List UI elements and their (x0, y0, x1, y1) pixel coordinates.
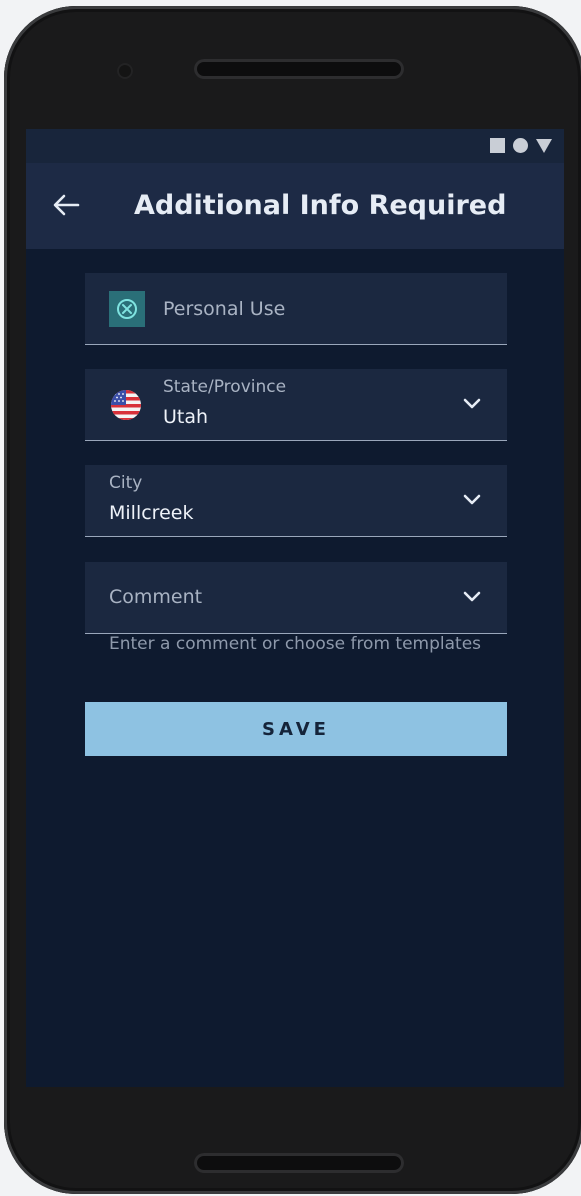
status-icons (490, 138, 552, 153)
triangle-icon (536, 138, 552, 153)
comment-field[interactable]: Comment (85, 562, 507, 634)
bottom-speaker (194, 1153, 404, 1173)
save-button[interactable]: SAVE (85, 702, 507, 756)
usage-icon-box (109, 291, 145, 327)
chevron-down-icon (463, 398, 481, 409)
circle-icon (513, 138, 528, 153)
state-value: Utah (163, 406, 209, 428)
chevron-down-icon (463, 494, 481, 505)
comment-placeholder: Comment (109, 586, 203, 608)
arrow-left-icon (53, 194, 80, 216)
square-icon (490, 138, 505, 153)
comment-helper-text: Enter a comment or choose from templates (109, 634, 482, 654)
city-select[interactable]: City Millcreek (85, 465, 507, 537)
usage-type-field[interactable]: Personal Use (85, 273, 507, 345)
app-bar: Additional Info Required (26, 163, 564, 249)
us-flag-icon (111, 390, 141, 420)
usage-label: Personal Use (163, 298, 286, 320)
status-bar (26, 129, 564, 163)
device-screen: Additional Info Required Personal Use St… (26, 129, 564, 1087)
city-value: Millcreek (109, 502, 194, 524)
state-select[interactable]: State/Province Utah (85, 369, 507, 441)
back-button[interactable] (50, 187, 82, 223)
chevron-down-icon[interactable] (461, 590, 483, 604)
cancel-circle-icon (117, 299, 137, 319)
city-label: City (109, 473, 143, 493)
earpiece-speaker (194, 59, 404, 79)
state-label: State/Province (163, 377, 287, 397)
front-camera (117, 63, 133, 79)
page-title: Additional Info Required (134, 190, 507, 221)
